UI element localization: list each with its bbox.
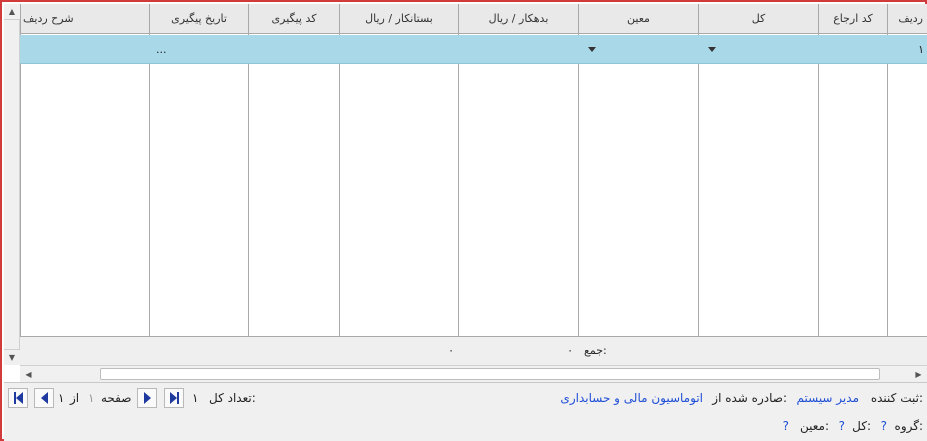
issued-value[interactable]: اتوماسیون مالی و حسابداری (560, 391, 703, 405)
header-moein[interactable]: معین (578, 4, 698, 34)
recorder-label: ثبت کننده: (870, 391, 923, 405)
horizontal-scrollbar[interactable]: ◀ ▶ (20, 365, 927, 382)
scroll-right-icon[interactable]: ▶ (910, 366, 927, 382)
vertical-scrollbar[interactable]: ▲ ▼ (4, 4, 20, 365)
header-row-no[interactable]: ردیف (887, 4, 927, 34)
header-ref-code[interactable]: کد ارجاع (818, 4, 887, 34)
header-kol[interactable]: کل (698, 4, 818, 34)
page-label: صفحه (101, 391, 132, 405)
window-frame: ▲ ▼ شرح ردیف تاریخ پیگیری کد پیگیری بستا… (0, 0, 927, 441)
header-tracking-date[interactable]: تاریخ پیگیری (149, 4, 248, 34)
header-credit[interactable]: بستانکار / ریال (339, 4, 458, 34)
debit-total: ۰ (567, 344, 573, 357)
scroll-down-icon[interactable]: ▼ (4, 349, 20, 365)
moein-label: معین: (799, 419, 829, 433)
page-total: ۱ (58, 391, 65, 405)
kol-dropdown-icon[interactable] (708, 35, 728, 64)
moein-value[interactable]: ? (783, 419, 789, 433)
first-page-icon[interactable] (8, 388, 28, 408)
cell-row-no: ۱ (918, 43, 924, 56)
prev-page-icon[interactable] (34, 388, 54, 408)
total-count-value: ۱ (192, 391, 199, 405)
header-tracking-code[interactable]: کد پیگیری (248, 4, 339, 34)
horizontal-scroll-thumb[interactable] (100, 368, 880, 380)
next-page-icon[interactable] (137, 388, 157, 408)
voucher-rows-grid: شرح ردیف تاریخ پیگیری کد پیگیری بستانکار… (20, 4, 927, 365)
kol-value[interactable]: ? (839, 419, 845, 433)
credit-total: ۰ (448, 344, 454, 357)
total-count-label: تعداد کل: (209, 391, 256, 405)
header-row-desc[interactable]: شرح ردیف (20, 4, 149, 34)
group-label: گروه: (894, 419, 923, 433)
header-debit[interactable]: بدهکار / ریال (458, 4, 578, 34)
sum-label: جمع: (584, 344, 607, 357)
scroll-up-icon[interactable]: ▲ (4, 4, 20, 20)
issued-label: صادره شده از: (712, 391, 787, 405)
scroll-left-icon[interactable]: ◀ (20, 366, 37, 382)
cell-tracking-date[interactable]: ... (156, 35, 236, 64)
group-value[interactable]: ? (881, 419, 887, 433)
recorder-value[interactable]: مدیر سیستم (797, 391, 860, 405)
kol-label: کل: (852, 419, 871, 433)
page-of-label: از (70, 391, 80, 405)
status-panel: ثبت کننده: مدیر سیستم صادره شده از: اتوم… (4, 382, 927, 441)
moein-dropdown-icon[interactable] (588, 35, 608, 64)
page-current[interactable]: ۱ (88, 391, 94, 405)
last-page-icon[interactable] (164, 388, 184, 408)
